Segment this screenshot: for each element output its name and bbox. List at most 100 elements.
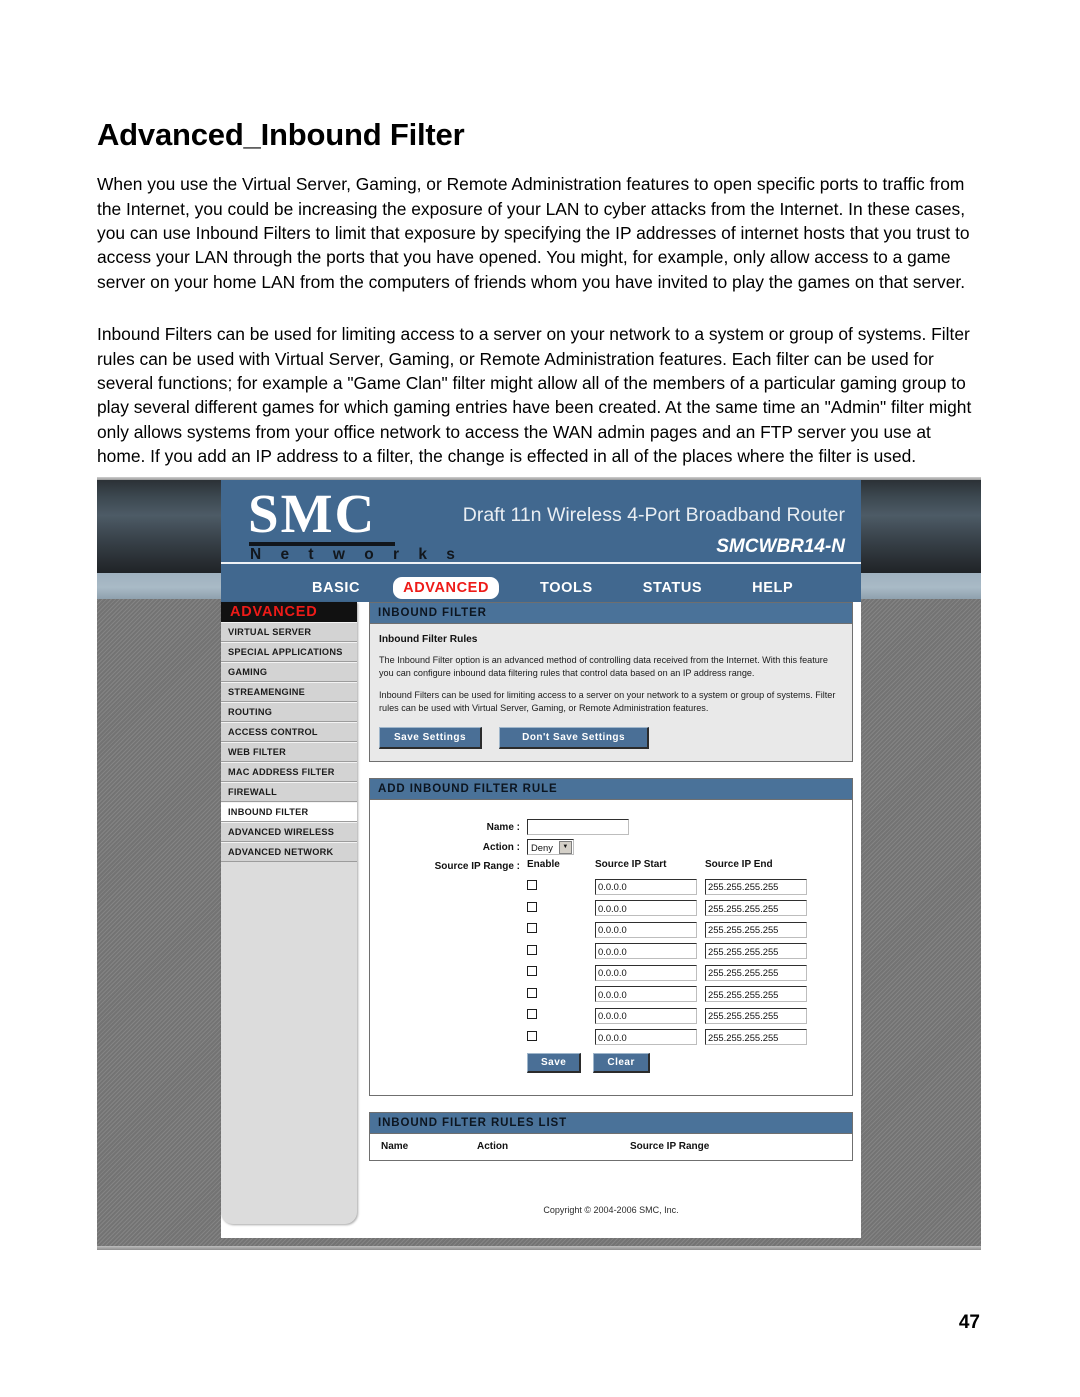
page-number: 47 xyxy=(958,1312,980,1333)
source-ip-end-input[interactable] xyxy=(705,878,807,895)
screenshot-bottom-edge xyxy=(97,1246,981,1250)
column-header-enable: Enable xyxy=(527,859,560,871)
document-page: Advanced_Inbound Filter When you use the… xyxy=(0,0,1080,1397)
ip-range-row xyxy=(379,942,843,960)
column-header-source-ip-end: Source IP End xyxy=(705,859,773,871)
tab-status[interactable]: STATUS xyxy=(636,577,709,599)
router-header: SMC N e t w o r k s Draft 11n Wireless 4… xyxy=(221,480,861,573)
sidebar-item-virtual-server[interactable]: VIRTUAL SERVER xyxy=(221,622,357,642)
inbound-filter-panel-header: INBOUND FILTER xyxy=(370,603,852,624)
router-body: ADVANCED VIRTUAL SERVER SPECIAL APPLICAT… xyxy=(221,602,861,1238)
name-field-row: Name : xyxy=(379,819,843,836)
rules-list-panel-header: INBOUND FILTER RULES LIST xyxy=(370,1112,852,1134)
action-select-value: Deny xyxy=(531,841,553,853)
content-column: INBOUND FILTER Inbound Filter Rules The … xyxy=(369,602,853,1215)
source-ip-end-input[interactable] xyxy=(705,1007,807,1024)
rules-list-header-row: Name Action Source IP Range xyxy=(379,1133,852,1160)
sidebar-item-gaming[interactable]: GAMING xyxy=(221,662,357,682)
column-header-source-ip-range: Source IP Range xyxy=(630,1140,710,1152)
inbound-filter-rules-subtitle: Inbound Filter Rules xyxy=(379,634,478,645)
router-ui-screenshot: SMC N e t w o r k s Draft 11n Wireless 4… xyxy=(97,477,981,1250)
ip-range-row xyxy=(379,920,843,938)
inbound-filter-rules-list-panel: INBOUND FILTER RULES LIST Name Action So… xyxy=(369,1111,853,1161)
enable-checkbox[interactable] xyxy=(527,923,537,934)
source-ip-start-input[interactable] xyxy=(595,1029,697,1046)
sidebar-item-advanced-network[interactable]: ADVANCED NETWORK xyxy=(221,842,357,862)
ip-range-row xyxy=(379,1006,843,1024)
source-ip-end-input[interactable] xyxy=(705,964,807,981)
ip-range-row xyxy=(379,877,843,895)
source-ip-range-header-row: Source IP Range : Enable Source IP Start… xyxy=(379,859,843,873)
source-ip-start-input[interactable] xyxy=(595,1007,697,1024)
inbound-filter-description-1: The Inbound Filter option is an advanced… xyxy=(379,655,828,678)
clear-rule-button[interactable]: Clear xyxy=(593,1052,650,1073)
action-select[interactable]: Deny ▼ xyxy=(527,839,574,856)
source-ip-start-input[interactable] xyxy=(595,964,697,981)
column-header-action: Action xyxy=(477,1140,509,1152)
enable-checkbox[interactable] xyxy=(527,966,537,977)
add-rule-panel-header: ADD INBOUND FILTER RULE xyxy=(370,779,852,801)
enable-checkbox[interactable] xyxy=(527,1009,537,1020)
tab-advanced[interactable]: ADVANCED xyxy=(393,576,500,599)
enable-checkbox[interactable] xyxy=(527,944,537,955)
router-admin-page: SMC N e t w o r k s Draft 11n Wireless 4… xyxy=(221,480,861,1238)
tab-tools[interactable]: TOOLS xyxy=(533,577,600,599)
source-ip-start-input[interactable] xyxy=(595,878,697,895)
ip-range-row xyxy=(379,899,843,917)
action-label: Action : xyxy=(482,841,520,853)
inbound-filter-panel: INBOUND FILTER Inbound Filter Rules The … xyxy=(369,602,853,763)
source-ip-start-input[interactable] xyxy=(595,986,697,1003)
chevron-down-icon: ▼ xyxy=(558,840,572,854)
sidebar-item-special-applications[interactable]: SPECIAL APPLICATIONS xyxy=(221,642,357,662)
source-ip-start-input[interactable] xyxy=(595,943,697,960)
name-label: Name : xyxy=(486,821,520,833)
tab-basic[interactable]: BASIC xyxy=(305,577,367,599)
rule-name-input[interactable] xyxy=(527,819,629,836)
product-name: Draft 11n Wireless 4-Port Broadband Rout… xyxy=(462,504,845,526)
source-ip-end-input[interactable] xyxy=(705,921,807,938)
source-ip-start-input[interactable] xyxy=(595,900,697,917)
save-settings-button[interactable]: Save Settings xyxy=(379,727,483,750)
dont-save-settings-button[interactable]: Don't Save Settings xyxy=(499,727,650,750)
model-number: SMCWBR14-N xyxy=(716,536,845,557)
intro-paragraph-1: When you use the Virtual Server, Gaming,… xyxy=(97,174,970,292)
enable-checkbox[interactable] xyxy=(527,880,537,891)
source-ip-end-input[interactable] xyxy=(705,900,807,917)
sidebar-header: ADVANCED xyxy=(221,602,357,622)
sidebar-item-firewall[interactable]: FIREWALL xyxy=(221,782,357,802)
source-ip-start-input[interactable] xyxy=(595,921,697,938)
save-rule-button[interactable]: Save xyxy=(527,1052,582,1073)
sidebar-item-access-control[interactable]: ACCESS CONTROL xyxy=(221,722,357,742)
source-ip-end-input[interactable] xyxy=(705,1029,807,1046)
header-divider xyxy=(221,562,861,564)
source-ip-end-input[interactable] xyxy=(705,943,807,960)
column-header-source-ip-start: Source IP Start xyxy=(595,859,667,871)
add-rule-panel-body: Name : Action : Deny ▼ Source IP Range:… xyxy=(370,800,852,1095)
main-navigation: BASIC ADVANCED TOOLS STATUS HELP xyxy=(221,573,861,602)
action-field-row: Action : Deny ▼ xyxy=(379,839,843,856)
smc-logo: SMC xyxy=(248,483,377,544)
sidebar-item-inbound-filter[interactable]: INBOUND FILTER xyxy=(221,802,357,822)
column-header-name: Name xyxy=(381,1140,409,1152)
inbound-filter-panel-body: Inbound Filter Rules The Inbound Filter … xyxy=(370,624,852,762)
sidebar: ADVANCED VIRTUAL SERVER SPECIAL APPLICAT… xyxy=(221,602,357,1224)
sidebar-item-mac-address-filter[interactable]: MAC ADDRESS FILTER xyxy=(221,762,357,782)
inbound-filter-description-2: Inbound Filters can be used for limiting… xyxy=(379,690,836,713)
sidebar-item-web-filter[interactable]: WEB FILTER xyxy=(221,742,357,762)
ip-range-row xyxy=(379,1028,843,1046)
rule-action-buttons: Save Clear xyxy=(379,1052,843,1073)
page-title: Advanced_Inbound Filter xyxy=(97,116,465,152)
sidebar-item-routing[interactable]: ROUTING xyxy=(221,702,357,722)
sidebar-item-advanced-wireless[interactable]: ADVANCED WIRELESS xyxy=(221,822,357,842)
ip-range-row xyxy=(379,985,843,1003)
enable-checkbox[interactable] xyxy=(527,1030,537,1041)
enable-checkbox[interactable] xyxy=(527,987,537,998)
add-inbound-filter-rule-panel: ADD INBOUND FILTER RULE Name : Action : xyxy=(369,778,853,1096)
ip-range-row xyxy=(379,963,843,981)
sidebar-item-streamengine[interactable]: STREAMENGINE xyxy=(221,682,357,702)
intro-paragraph-2: Inbound Filters can be used for limiting… xyxy=(97,324,972,466)
enable-checkbox[interactable] xyxy=(527,901,537,912)
source-ip-end-input[interactable] xyxy=(705,986,807,1003)
source-ip-range-label: Source IP Range : xyxy=(434,860,520,872)
tab-help[interactable]: HELP xyxy=(745,577,800,599)
